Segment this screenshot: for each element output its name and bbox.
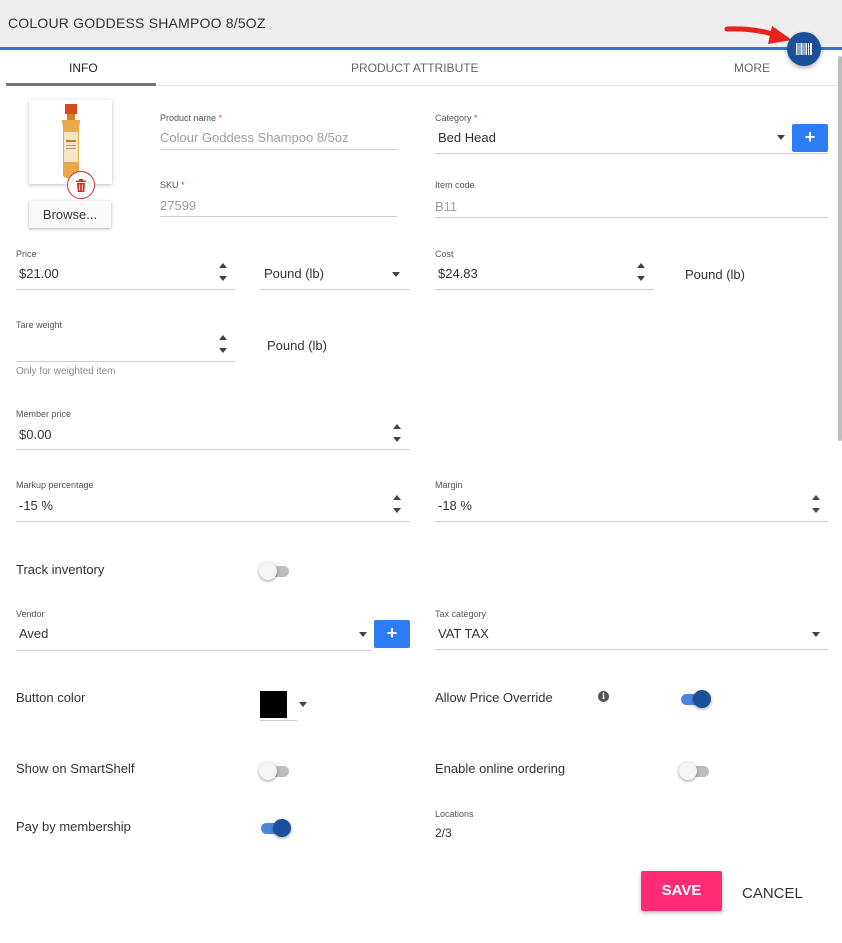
chevron-down-icon xyxy=(359,632,367,637)
product-name-field[interactable]: Product name * Colour Goddess Shampoo 8/… xyxy=(160,113,397,151)
enable-online-ordering-toggle[interactable] xyxy=(679,762,711,780)
add-category-button[interactable]: + xyxy=(792,124,828,152)
vendor-value: Aved xyxy=(19,626,49,641)
track-inventory-label: Track inventory xyxy=(16,562,105,577)
locations-value[interactable]: 2/3 xyxy=(435,826,452,840)
tab-product-attribute[interactable]: PRODUCT ATTRIBUTE xyxy=(351,61,479,75)
tab-bar: INFO PRODUCT ATTRIBUTE MORE xyxy=(6,53,842,86)
scrollbar[interactable] xyxy=(838,56,842,441)
item-code-label: Item code xyxy=(435,180,475,190)
active-tab-indicator xyxy=(6,83,156,86)
cost-input[interactable]: $24.83 xyxy=(438,266,478,281)
tax-category-select[interactable]: Tax category VAT TAX xyxy=(435,609,828,651)
markup-stepper[interactable] xyxy=(392,495,402,517)
shampoo-bottle-image xyxy=(62,104,80,178)
tare-weight-hint: Only for weighted item xyxy=(16,366,116,377)
locations-field[interactable]: Locations 2/3 xyxy=(435,809,555,843)
add-vendor-button[interactable]: + xyxy=(374,620,410,648)
enable-online-ordering-label: Enable online ordering xyxy=(435,761,566,776)
show-on-smartshelf-toggle[interactable] xyxy=(259,762,291,780)
price-unit-select[interactable]: Pound (lb) xyxy=(260,262,410,292)
member-price-label: Member price xyxy=(16,409,72,419)
sku-input[interactable]: 27599 xyxy=(160,198,196,213)
chevron-down-icon[interactable] xyxy=(299,702,307,707)
locations-label: Locations xyxy=(435,809,474,819)
product-name-label: Product name * xyxy=(160,113,223,123)
cost-field[interactable]: Cost $24.83 xyxy=(435,249,654,291)
tare-weight-field[interactable]: Tare weight xyxy=(16,320,235,364)
category-select[interactable]: Category * Bed Head xyxy=(435,113,828,155)
product-name-input[interactable]: Colour Goddess Shampoo 8/5oz xyxy=(160,130,349,145)
markup-percentage-field[interactable]: Markup percentage -15 % xyxy=(16,480,410,523)
dialog-header: COLOUR GODDESS SHAMPOO 8/5OZ xyxy=(0,0,842,50)
info-icon[interactable]: i xyxy=(598,691,609,702)
sku-field[interactable]: SKU * 27599 xyxy=(160,180,397,218)
tare-weight-stepper[interactable] xyxy=(218,335,228,357)
cost-stepper[interactable] xyxy=(636,263,646,285)
markup-percentage-input[interactable]: -15 % xyxy=(19,498,53,513)
cost-label: Cost xyxy=(435,249,454,259)
member-price-field[interactable]: Member price $0.00 xyxy=(16,409,410,451)
category-value: Bed Head xyxy=(438,130,496,145)
margin-input[interactable]: -18 % xyxy=(438,498,472,513)
chevron-down-icon xyxy=(777,135,785,140)
vendor-select[interactable]: Vendor Aved xyxy=(16,609,372,651)
page-title: COLOUR GODDESS SHAMPOO 8/5OZ xyxy=(8,15,266,31)
item-code-input[interactable]: B11 xyxy=(435,199,457,214)
tab-info[interactable]: INFO xyxy=(69,61,98,75)
price-label: Price xyxy=(16,249,37,259)
plus-icon: + xyxy=(804,127,816,147)
price-stepper[interactable] xyxy=(218,263,228,285)
trash-icon xyxy=(76,178,86,192)
category-label: Category * xyxy=(435,113,478,123)
chevron-down-icon xyxy=(392,272,400,277)
margin-label: Margin xyxy=(435,480,463,490)
pay-by-membership-label: Pay by membership xyxy=(16,819,131,834)
chevron-down-icon xyxy=(812,632,820,637)
tare-weight-label: Tare weight xyxy=(16,320,63,330)
show-on-smartshelf-label: Show on SmartShelf xyxy=(16,761,135,776)
button-color-label: Button color xyxy=(16,690,86,705)
vendor-label: Vendor xyxy=(16,609,45,619)
markup-percentage-label: Markup percentage xyxy=(16,480,94,490)
track-inventory-toggle[interactable] xyxy=(259,562,291,580)
sku-label: SKU * xyxy=(160,180,185,190)
tax-category-value: VAT TAX xyxy=(438,626,489,641)
member-price-stepper[interactable] xyxy=(392,424,402,446)
item-code-field[interactable]: Item code B11 xyxy=(435,180,828,218)
tab-more[interactable]: MORE xyxy=(734,61,770,75)
price-input[interactable]: $21.00 xyxy=(19,266,59,281)
annotation-arrow-icon xyxy=(724,26,792,44)
save-button[interactable]: SAVE xyxy=(641,871,722,911)
member-price-input[interactable]: $0.00 xyxy=(19,427,52,442)
tax-category-label: Tax category xyxy=(435,609,487,619)
price-field[interactable]: Price $21.00 xyxy=(16,249,235,291)
cancel-button[interactable]: CANCEL xyxy=(742,885,803,902)
allow-price-override-label: Allow Price Override xyxy=(435,690,553,705)
button-color-swatch[interactable] xyxy=(260,691,287,718)
plus-icon: + xyxy=(386,623,398,643)
margin-stepper[interactable] xyxy=(811,495,821,517)
allow-price-override-toggle[interactable] xyxy=(679,690,711,708)
price-unit-value: Pound (lb) xyxy=(264,266,324,281)
tare-weight-unit: Pound (lb) xyxy=(267,338,327,353)
delete-image-button[interactable] xyxy=(67,171,95,199)
margin-field[interactable]: Margin -18 % xyxy=(435,480,828,523)
product-image xyxy=(29,100,112,184)
pay-by-membership-toggle[interactable] xyxy=(259,819,291,837)
browse-button[interactable]: Browse... xyxy=(29,201,111,228)
cost-unit: Pound (lb) xyxy=(685,267,745,282)
